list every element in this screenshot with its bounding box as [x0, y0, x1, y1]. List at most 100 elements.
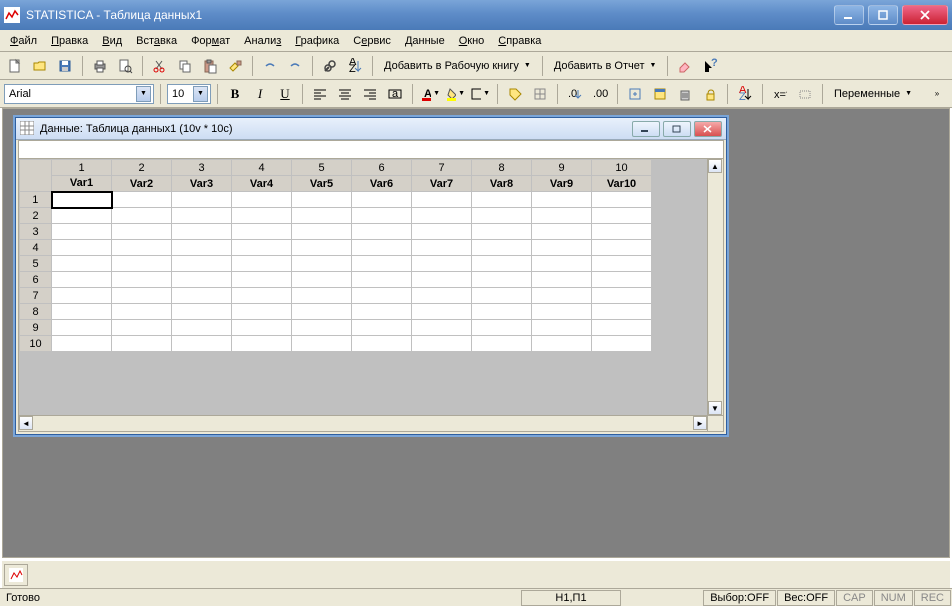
- print-preview-button[interactable]: [114, 55, 136, 77]
- cell[interactable]: [292, 336, 352, 352]
- font-name-combo[interactable]: Arial▼: [4, 84, 154, 104]
- row-header[interactable]: 3: [20, 224, 52, 240]
- cell[interactable]: [112, 208, 172, 224]
- cell[interactable]: [172, 240, 232, 256]
- row-header[interactable]: 1: [20, 192, 52, 208]
- menu-file[interactable]: Файл: [4, 33, 43, 49]
- cell[interactable]: [472, 240, 532, 256]
- cell[interactable]: [352, 192, 412, 208]
- row-header[interactable]: 5: [20, 256, 52, 272]
- cell[interactable]: [592, 336, 652, 352]
- cell[interactable]: [532, 304, 592, 320]
- cell[interactable]: [592, 208, 652, 224]
- cell[interactable]: [232, 288, 292, 304]
- show-hidden-button[interactable]: [794, 83, 816, 105]
- cell[interactable]: [172, 256, 232, 272]
- cell[interactable]: [352, 272, 412, 288]
- col-num-header[interactable]: 6: [352, 160, 412, 176]
- col-num-header[interactable]: 3: [172, 160, 232, 176]
- font-size-combo[interactable]: 10▼: [167, 84, 211, 104]
- save-button[interactable]: [54, 55, 76, 77]
- row-header[interactable]: 8: [20, 304, 52, 320]
- cell[interactable]: [412, 272, 472, 288]
- cell[interactable]: [292, 208, 352, 224]
- minimize-button[interactable]: [834, 5, 864, 25]
- close-button[interactable]: [902, 5, 948, 25]
- menu-format[interactable]: Формат: [185, 33, 236, 49]
- cell[interactable]: [52, 320, 112, 336]
- cell[interactable]: [292, 320, 352, 336]
- col-name-header[interactable]: Var8: [472, 176, 532, 192]
- cell[interactable]: [352, 256, 412, 272]
- cell[interactable]: [52, 272, 112, 288]
- cell[interactable]: [352, 240, 412, 256]
- cell[interactable]: [532, 288, 592, 304]
- cell[interactable]: [592, 256, 652, 272]
- col-num-header[interactable]: 4: [232, 160, 292, 176]
- cell[interactable]: [292, 304, 352, 320]
- cell[interactable]: [472, 208, 532, 224]
- cell[interactable]: [292, 288, 352, 304]
- menu-analysis[interactable]: Анализ: [238, 33, 287, 49]
- cell[interactable]: [472, 192, 532, 208]
- italic-button[interactable]: I: [249, 83, 271, 105]
- col-name-header[interactable]: Var3: [172, 176, 232, 192]
- cut-button[interactable]: [149, 55, 171, 77]
- row-header[interactable]: 7: [20, 288, 52, 304]
- cell[interactable]: [472, 336, 532, 352]
- cell[interactable]: [232, 224, 292, 240]
- cell[interactable]: [532, 256, 592, 272]
- cell[interactable]: [412, 288, 472, 304]
- child-maximize-button[interactable]: [663, 121, 691, 137]
- col-num-header[interactable]: 9: [532, 160, 592, 176]
- cell[interactable]: [592, 288, 652, 304]
- menu-view[interactable]: Вид: [96, 33, 128, 49]
- cell[interactable]: [112, 272, 172, 288]
- format-painter-button[interactable]: [224, 55, 246, 77]
- cell[interactable]: [532, 208, 592, 224]
- cell[interactable]: [472, 320, 532, 336]
- merge-button[interactable]: a: [384, 83, 406, 105]
- cell[interactable]: [412, 304, 472, 320]
- eraser-button[interactable]: [674, 55, 696, 77]
- delete-button[interactable]: [674, 83, 696, 105]
- cell[interactable]: [532, 224, 592, 240]
- menu-insert[interactable]: Вставка: [130, 33, 183, 49]
- align-left-button[interactable]: [309, 83, 331, 105]
- cell[interactable]: [232, 256, 292, 272]
- align-center-button[interactable]: [334, 83, 356, 105]
- col-num-header[interactable]: 7: [412, 160, 472, 176]
- cell[interactable]: [592, 240, 652, 256]
- row-header[interactable]: 2: [20, 208, 52, 224]
- cell[interactable]: [472, 224, 532, 240]
- col-num-header[interactable]: 10: [592, 160, 652, 176]
- variables-button[interactable]: Переменные▼: [829, 83, 917, 105]
- find-button[interactable]: [319, 55, 341, 77]
- row-header[interactable]: 4: [20, 240, 52, 256]
- add-to-workbook-button[interactable]: Добавить в Рабочую книгу▼: [379, 55, 536, 77]
- menu-service[interactable]: Сервис: [347, 33, 397, 49]
- recalc-button[interactable]: x=?: [769, 83, 791, 105]
- horizontal-scrollbar[interactable]: ◄ ►: [19, 415, 707, 431]
- menu-edit[interactable]: Правка: [45, 33, 94, 49]
- col-num-header[interactable]: 8: [472, 160, 532, 176]
- cell[interactable]: [352, 224, 412, 240]
- cell[interactable]: [412, 224, 472, 240]
- cell[interactable]: [52, 336, 112, 352]
- formula-bar[interactable]: [19, 141, 723, 159]
- cell[interactable]: [412, 336, 472, 352]
- cell[interactable]: [52, 288, 112, 304]
- cell[interactable]: [292, 272, 352, 288]
- cell[interactable]: [232, 320, 292, 336]
- cell[interactable]: [232, 240, 292, 256]
- cell[interactable]: [112, 256, 172, 272]
- cell[interactable]: [352, 304, 412, 320]
- cell[interactable]: [52, 304, 112, 320]
- cell[interactable]: [112, 320, 172, 336]
- cell[interactable]: [292, 192, 352, 208]
- cell[interactable]: [292, 256, 352, 272]
- child-titlebar[interactable]: Данные: Таблица данных1 (10v * 10c): [16, 118, 726, 140]
- cell[interactable]: [472, 272, 532, 288]
- cell[interactable]: [112, 224, 172, 240]
- toolbar-overflow-button[interactable]: »: [926, 83, 948, 105]
